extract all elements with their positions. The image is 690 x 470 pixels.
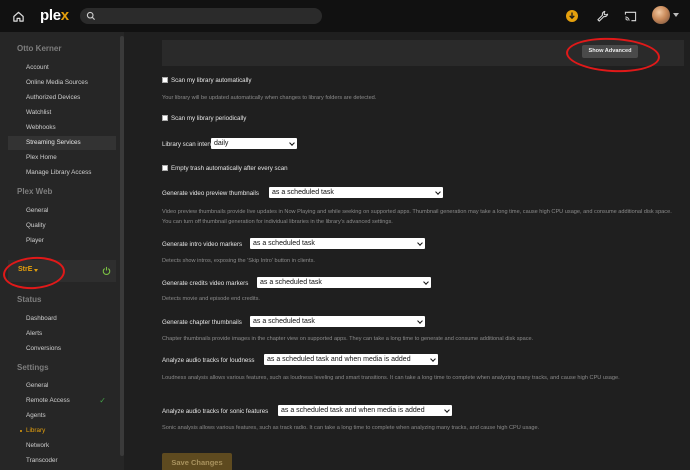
sidebar-item-quality[interactable]: Quality bbox=[8, 219, 116, 233]
avatar[interactable] bbox=[652, 6, 670, 24]
intro-markers-label: Generate intro video markers bbox=[162, 241, 243, 248]
sidebar-item-authorized-devices[interactable]: Authorized Devices bbox=[8, 91, 116, 105]
video-preview-label: Generate video preview thumbnails bbox=[162, 190, 259, 197]
save-changes-button[interactable]: Save Changes bbox=[162, 453, 232, 470]
active-dot-icon bbox=[20, 430, 22, 432]
empty-trash-label: Empty trash automatically after every sc… bbox=[171, 165, 288, 172]
library-settings-panel: Show Advanced Scan my library automatica… bbox=[124, 32, 690, 470]
sidebar-item-manage-library-access[interactable]: Manage Library Access bbox=[8, 166, 116, 180]
chapter-thumbnails-help: Chapter thumbnails provide images in the… bbox=[162, 336, 534, 342]
sonic-select[interactable]: as a scheduled task and when media is ad… bbox=[278, 405, 452, 416]
sidebar-item-library[interactable]: Library bbox=[8, 424, 116, 438]
scan-periodic-label: Scan my library periodically bbox=[171, 115, 247, 122]
sonic-label: Analyze audio tracks for sonic features bbox=[162, 408, 269, 415]
select-value: as a scheduled task bbox=[253, 318, 315, 325]
sidebar-item-general[interactable]: General bbox=[8, 379, 116, 393]
activity-icon[interactable] bbox=[562, 6, 582, 26]
sidebar-item-network[interactable]: Network bbox=[8, 439, 116, 453]
select-value: as a scheduled task bbox=[260, 279, 322, 286]
select-value: as a scheduled task and when media is ad… bbox=[281, 407, 425, 414]
video-preview-select[interactable]: as a scheduled task bbox=[269, 187, 443, 198]
loudness-select[interactable]: as a scheduled task and when media is ad… bbox=[264, 354, 438, 365]
chevron-down-icon bbox=[444, 407, 450, 413]
server-online-icon bbox=[102, 266, 111, 275]
sidebar-item-label: Remote Access bbox=[26, 397, 70, 404]
intro-markers-help: Detects show intros, exposing the 'Skip … bbox=[162, 258, 315, 264]
scan-interval-select[interactable]: daily bbox=[211, 138, 297, 149]
scan-interval-label: Library scan interval bbox=[162, 141, 218, 148]
sidebar-item-plex-home[interactable]: Plex Home bbox=[8, 151, 116, 165]
sidebar-item-label: Library bbox=[26, 427, 46, 434]
chevron-down-icon bbox=[435, 189, 441, 195]
select-value: as a scheduled task bbox=[272, 189, 334, 196]
loudness-help: Loudness analysis allows various feature… bbox=[162, 375, 620, 381]
scan-auto-label: Scan my library automatically bbox=[171, 77, 252, 84]
search-input[interactable] bbox=[80, 8, 322, 24]
top-bar: plex bbox=[0, 0, 690, 32]
sidebar-item-watchlist[interactable]: Watchlist bbox=[8, 106, 116, 120]
chapter-thumbnails-label: Generate chapter thumbnails bbox=[162, 319, 242, 326]
chevron-down-icon bbox=[430, 356, 436, 362]
plex-logo[interactable]: plex bbox=[40, 7, 69, 24]
sidebar-item-webhooks[interactable]: Webhooks bbox=[8, 121, 116, 135]
sidebar-item-dashboard[interactable]: Dashboard bbox=[8, 312, 116, 326]
chevron-down-icon bbox=[417, 318, 423, 324]
select-value: as a scheduled task and when media is ad… bbox=[267, 356, 411, 363]
sidebar-item-player[interactable]: Player bbox=[8, 234, 116, 248]
sidebar-item-streaming-services[interactable]: Streaming Services bbox=[8, 136, 116, 150]
cast-icon[interactable] bbox=[620, 6, 640, 26]
select-value: as a scheduled task bbox=[253, 240, 315, 247]
scan-periodic-checkbox[interactable] bbox=[162, 115, 168, 121]
status-heading: Status bbox=[17, 295, 42, 304]
loudness-label: Analyze audio tracks for loudness bbox=[162, 357, 255, 364]
sidebar-item-agents[interactable]: Agents bbox=[8, 409, 116, 423]
scan-auto-checkbox[interactable] bbox=[162, 77, 168, 83]
sidebar-item-account[interactable]: Account bbox=[8, 61, 116, 75]
sonic-help: Sonic analysis allows various features, … bbox=[162, 425, 540, 431]
sidebar-item-conversions[interactable]: Conversions bbox=[8, 342, 116, 356]
select-value: daily bbox=[214, 140, 229, 147]
account-heading: Otto Kerner bbox=[17, 44, 62, 53]
sidebar-item-transcoder[interactable]: Transcoder bbox=[8, 454, 116, 468]
credits-markers-select[interactable]: as a scheduled task bbox=[257, 277, 431, 288]
chevron-down-icon[interactable] bbox=[673, 13, 679, 17]
video-preview-help: Video preview thumbnails provide live up… bbox=[162, 209, 672, 225]
sidebar-item-alerts[interactable]: Alerts bbox=[8, 327, 116, 341]
credits-markers-label: Generate credits video markers bbox=[162, 280, 249, 287]
intro-markers-select[interactable]: as a scheduled task bbox=[250, 238, 425, 249]
empty-trash-checkbox[interactable] bbox=[162, 165, 168, 171]
home-icon[interactable] bbox=[8, 6, 28, 26]
settings-sidebar: Otto Kerner Account Online Media Sources… bbox=[0, 32, 124, 470]
scan-auto-help: Your library will be updated automatical… bbox=[162, 95, 377, 101]
chevron-down-icon bbox=[423, 279, 429, 285]
credits-markers-help: Detects movie and episode end credits. bbox=[162, 296, 260, 302]
settings-heading: Settings bbox=[17, 363, 49, 372]
search-icon bbox=[86, 11, 95, 20]
check-icon: ✓ bbox=[99, 396, 106, 405]
plex-web-heading: Plex Web bbox=[17, 187, 53, 196]
sidebar-item-web-general[interactable]: General bbox=[8, 204, 116, 218]
logo-text: ple bbox=[40, 7, 61, 24]
chevron-down-icon bbox=[417, 240, 423, 246]
sidebar-item-online-media-sources[interactable]: Online Media Sources bbox=[8, 76, 116, 90]
chapter-thumbnails-select[interactable]: as a scheduled task bbox=[250, 316, 425, 327]
logo-x: x bbox=[60, 7, 69, 24]
sidebar-item-remote-access[interactable]: Remote Access ✓ bbox=[8, 394, 116, 408]
wrench-icon[interactable] bbox=[592, 6, 612, 26]
plex-settings-window: plex Otto Kerner Account Online Media So… bbox=[0, 0, 690, 470]
chevron-down-icon bbox=[289, 140, 295, 146]
